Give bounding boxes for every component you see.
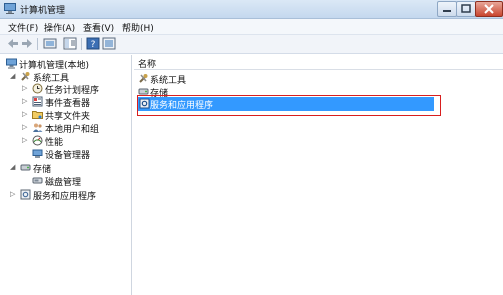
tree-item-shared-folders[interactable]: ▷ 共享文件夹	[22, 108, 130, 122]
tree-root[interactable]: 计算机管理(本地)	[6, 57, 130, 71]
computer-management-icon	[4, 3, 16, 14]
shared-folder-icon	[32, 109, 43, 120]
list-item-system-tools[interactable]: 系统工具	[136, 72, 436, 86]
clock-icon	[32, 83, 43, 94]
tree-item-device-manager[interactable]: 设备管理器	[22, 147, 130, 161]
tools-icon	[138, 73, 149, 84]
back-icon[interactable]	[6, 37, 20, 50]
minimize-button[interactable]	[437, 1, 457, 17]
expand-arrow-icon[interactable]: ▷	[22, 97, 30, 105]
svg-text:?: ?	[91, 40, 96, 50]
up-icon[interactable]	[43, 37, 57, 50]
tree-item-disk-management[interactable]: 磁盘管理	[22, 174, 130, 188]
maximize-button[interactable]	[456, 1, 476, 17]
tree-item-local-users[interactable]: ▷ 本地用户和组	[22, 121, 130, 135]
expand-arrow-icon[interactable]: ▷	[22, 136, 30, 144]
tree-item-performance[interactable]: ▷ 性能	[22, 134, 130, 148]
close-button[interactable]	[475, 1, 503, 17]
users-icon	[32, 122, 43, 133]
help-icon[interactable]: ?	[86, 37, 100, 50]
window-title: 计算机管理	[20, 6, 66, 16]
performance-icon	[32, 135, 43, 146]
collapse-arrow-icon[interactable]: ◢	[10, 163, 18, 171]
collapse-arrow-icon[interactable]: ◢	[10, 72, 18, 80]
menu-view[interactable]: 查看(V)	[83, 21, 114, 34]
menu-bar: 文件(F) 操作(A) 查看(V) 帮助(H)	[0, 19, 503, 35]
expand-arrow-icon[interactable]: ▷	[22, 84, 30, 92]
expand-arrow-icon[interactable]: ▷	[22, 110, 30, 118]
title-bar: 计算机管理	[0, 0, 503, 19]
menu-file[interactable]: 文件(F)	[8, 21, 38, 34]
tools-icon	[20, 71, 31, 82]
forward-icon[interactable]	[20, 37, 34, 50]
tree-item-task-scheduler[interactable]: ▷ 任务计划程序	[22, 82, 130, 96]
navigation-tree: 计算机管理(本地) ◢ 系统工具 ▷ 任务计划程序 ▷ 事件查看器 ▷ 共享文件…	[4, 55, 132, 295]
tree-item-event-viewer[interactable]: ▷ 事件查看器	[22, 95, 130, 109]
tree-item-label: 磁盘管理	[45, 178, 82, 188]
menu-help[interactable]: 帮助(H)	[122, 21, 154, 34]
tree-item-label: 服务和应用程序	[33, 192, 97, 202]
event-viewer-icon	[32, 96, 43, 107]
content-list: 名称 系统工具 存储 服务和应用程序	[134, 55, 503, 295]
properties-icon[interactable]	[102, 37, 116, 50]
device-manager-icon	[32, 148, 43, 159]
toolbar-separator	[81, 38, 82, 50]
storage-icon	[20, 162, 31, 173]
toolbar-separator	[37, 38, 38, 50]
tree-item-services-apps[interactable]: ▷ 服务和应用程序	[10, 188, 130, 202]
toolbar: ?	[0, 35, 503, 54]
tree-item-label: 设备管理器	[45, 151, 91, 161]
column-header-name[interactable]: 名称	[134, 55, 503, 70]
expand-arrow-icon[interactable]: ▷	[22, 123, 30, 131]
tree-item-storage[interactable]: ◢ 存储	[10, 161, 130, 175]
highlight-annotation-box	[137, 95, 441, 116]
column-header-label: 名称	[138, 60, 157, 70]
show-hide-tree-icon[interactable]	[63, 37, 77, 50]
expand-arrow-icon[interactable]: ▷	[10, 190, 18, 198]
services-icon	[20, 189, 31, 200]
computer-management-icon	[6, 58, 17, 69]
disk-icon	[32, 175, 43, 186]
menu-action[interactable]: 操作(A)	[44, 21, 75, 34]
